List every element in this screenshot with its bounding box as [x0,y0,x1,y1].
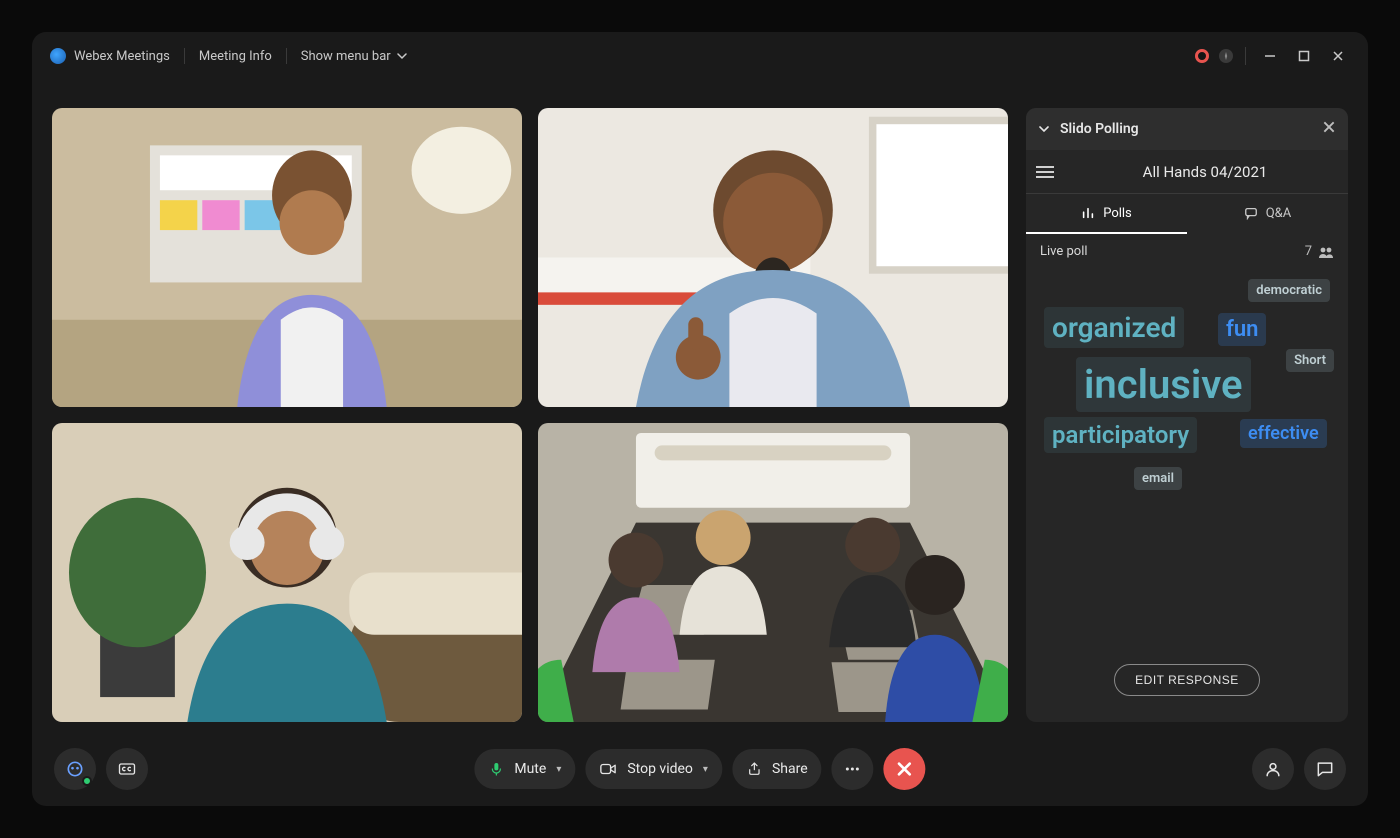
end-meeting-button[interactable] [884,748,926,790]
polls-icon [1081,206,1095,220]
microphone-icon [488,761,504,777]
closed-captions-icon [117,759,137,779]
word-organized: organized [1044,307,1184,348]
word-email: email [1134,467,1182,490]
word-democratic: democratic [1248,279,1330,302]
chat-button[interactable] [1304,748,1346,790]
panel-title: Slido Polling [1060,121,1139,137]
chevron-down-icon[interactable] [1038,123,1050,135]
participants-button[interactable] [1252,748,1294,790]
meeting-info-button[interactable]: Meeting Info [199,49,272,64]
mute-button[interactable]: Mute ▾ [474,749,575,789]
person-icon [1263,759,1283,779]
title-bar: Webex Meetings Meeting Info Show menu ba… [32,32,1368,80]
word-effective: effective [1240,419,1327,448]
chevron-down-icon[interactable]: ▾ [556,764,561,775]
divider [1245,47,1246,65]
share-icon [746,761,762,777]
word-participatory: participatory [1044,417,1197,453]
close-window-button[interactable] [1326,44,1350,68]
panel-session-row: All Hands 04/2021 [1026,150,1348,194]
video-tile-3[interactable] [52,423,522,722]
slido-panel: Slido Polling All Hands 04/2021 Polls Q&… [1026,108,1348,722]
divider [286,48,287,64]
app-window: Webex Meetings Meeting Info Show menu ba… [32,32,1368,806]
mute-label: Mute [514,761,546,777]
share-label: Share [772,761,808,777]
close-panel-button[interactable] [1322,120,1336,138]
more-options-button[interactable] [832,748,874,790]
chat-icon [1315,759,1335,779]
wordcloud-area: democratic organized fun Short inclusive… [1038,277,1336,656]
show-menu-label: Show menu bar [301,49,391,64]
edit-response-button[interactable]: EDIT RESPONSE [1114,664,1260,696]
participant-video-placeholder [538,108,1008,407]
video-grid [52,80,1008,732]
meeting-toolbar: Mute ▾ Stop video ▾ Share [32,732,1368,806]
status-dot-icon [82,776,92,786]
participant-video-placeholder [538,423,1008,722]
word-short: Short [1286,349,1334,372]
participant-video-placeholder [52,423,522,722]
tab-polls[interactable]: Polls [1026,194,1187,234]
maximize-button[interactable] [1292,44,1316,68]
video-tile-1[interactable] [52,108,522,407]
poll-meta-row: Live poll 7 [1026,234,1348,269]
assistant-button[interactable] [54,748,96,790]
ellipsis-icon [843,759,863,779]
word-inclusive: inclusive [1076,357,1251,412]
divider [184,48,185,64]
word-fun: fun [1218,313,1266,346]
session-title: All Hands 04/2021 [1072,163,1338,181]
close-icon [897,761,913,777]
wordcloud: democratic organized fun Short inclusive… [1026,269,1348,722]
captions-button[interactable] [106,748,148,790]
video-tile-2[interactable] [538,108,1008,407]
compass-icon[interactable] [1219,49,1233,63]
app-logo-icon [50,48,66,64]
assistant-icon [65,759,85,779]
tab-qa[interactable]: Q&A [1187,194,1348,234]
app-name: Webex Meetings [74,49,170,64]
tab-qa-label: Q&A [1266,206,1292,221]
chevron-down-icon [397,51,407,61]
stop-video-label: Stop video [627,761,693,777]
participant-video-placeholder [52,108,522,407]
chevron-down-icon[interactable]: ▾ [703,764,708,775]
qa-icon [1244,206,1258,220]
video-tile-4[interactable] [538,423,1008,722]
participant-count: 7 [1305,244,1334,259]
panel-header: Slido Polling [1026,108,1348,150]
panel-tabs: Polls Q&A [1026,194,1348,234]
video-icon [599,761,617,777]
tab-polls-label: Polls [1103,206,1132,221]
minimize-button[interactable] [1258,44,1282,68]
main-area: Slido Polling All Hands 04/2021 Polls Q&… [32,80,1368,732]
share-button[interactable]: Share [732,749,822,789]
participant-count-value: 7 [1305,244,1312,259]
live-poll-label: Live poll [1040,244,1088,259]
stop-video-button[interactable]: Stop video ▾ [585,749,722,789]
show-menu-bar-button[interactable]: Show menu bar [301,49,407,64]
menu-icon[interactable] [1036,161,1058,183]
record-indicator-icon[interactable] [1195,49,1209,63]
people-icon [1318,246,1334,258]
